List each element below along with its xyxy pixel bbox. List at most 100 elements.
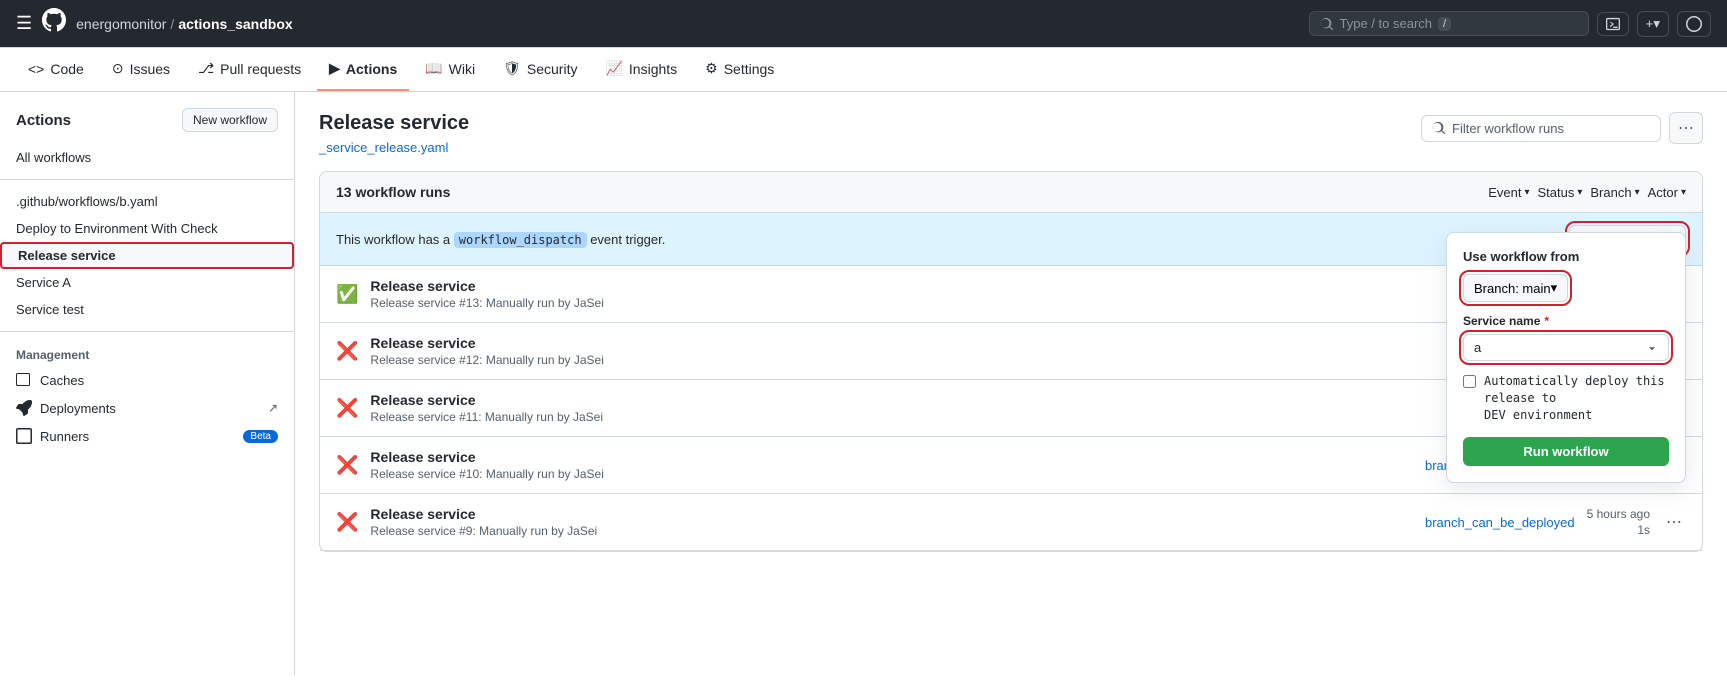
insights-icon: 📈	[605, 60, 622, 77]
sidebar-item-caches[interactable]: Caches	[0, 366, 294, 394]
issues-icon: ⊙	[112, 60, 124, 77]
external-link-icon: ↗	[268, 401, 278, 415]
run-info: Release service Release service #11: Man…	[370, 392, 1524, 424]
add-button[interactable]: +▾	[1637, 11, 1669, 37]
beta-badge: Beta	[243, 430, 278, 443]
tab-security[interactable]: 🛡 Security	[491, 48, 589, 91]
tab-insights[interactable]: 📈 Insights	[593, 48, 689, 91]
run-workflow-panel: Use workflow from Branch: main ▾ Service…	[1446, 232, 1686, 483]
tab-pull-requests[interactable]: ⎇ Pull requests	[186, 48, 313, 91]
sidebar-divider-2	[0, 331, 294, 332]
actions-icon: ▶	[329, 60, 340, 77]
actor-filter-button[interactable]: Actor ▾	[1648, 185, 1686, 200]
search-placeholder: Type / to search	[1340, 16, 1433, 31]
content-header: Release service _service_release.yaml Fi…	[319, 112, 1703, 155]
tab-wiki[interactable]: 📖 Wiki	[413, 48, 487, 91]
new-workflow-button[interactable]: New workflow	[182, 108, 278, 132]
workflow-file-link[interactable]: _service_release.yaml	[319, 140, 448, 155]
event-caret: ▾	[1524, 187, 1529, 198]
repo-nav: <> Code ⊙ Issues ⎇ Pull requests ▶ Actio…	[0, 48, 1727, 92]
failure-status-icon: ❌	[336, 341, 358, 362]
checkbox-label: Automatically deploy this release toDEV …	[1484, 373, 1669, 423]
trigger-banner-text: This workflow has a workflow_dispatch ev…	[336, 232, 665, 247]
panel-run-workflow-button[interactable]: Run workflow	[1463, 437, 1669, 466]
tab-settings[interactable]: ⚙ Settings	[693, 48, 786, 91]
filter-placeholder: Filter workflow runs	[1452, 121, 1564, 136]
hamburger-icon[interactable]: ☰	[16, 13, 32, 34]
terminal-icon	[1606, 17, 1620, 31]
terminal-button[interactable]	[1597, 12, 1629, 36]
filter-input[interactable]: Filter workflow runs	[1421, 115, 1661, 142]
filter-bar: Filter workflow runs ⋯	[1421, 112, 1703, 144]
search-kbd: /	[1438, 17, 1451, 31]
search-bar[interactable]: Type / to search /	[1309, 11, 1589, 36]
sidebar-item-deploy[interactable]: Deploy to Environment With Check	[0, 215, 294, 242]
main-layout: Actions New workflow All workflows .gith…	[0, 92, 1727, 675]
content-title-block: Release service _service_release.yaml	[319, 112, 469, 155]
sidebar: Actions New workflow All workflows .gith…	[0, 92, 295, 675]
tab-issues[interactable]: ⊙ Issues	[100, 48, 182, 91]
service-name-input[interactable]: a	[1463, 334, 1669, 361]
runs-count: 13 workflow runs	[336, 184, 450, 200]
tab-code[interactable]: <> Code	[16, 49, 96, 91]
run-info: Release service Release service #10: Man…	[370, 449, 1413, 481]
run-info: Release service Release service #12: Man…	[370, 335, 1524, 367]
run-meta: Release service #10: Manually run by JaS…	[370, 467, 1413, 481]
runs-container: 13 workflow runs Event ▾ Status ▾ Branch…	[319, 171, 1703, 552]
branch-select-button[interactable]: Branch: main ▾	[1463, 274, 1568, 302]
sidebar-item-service-a[interactable]: Service A	[0, 269, 294, 296]
user-menu-button[interactable]	[1677, 11, 1711, 37]
content-subtitle: _service_release.yaml	[319, 139, 469, 155]
run-branch[interactable]: branch_can_be_deployed	[1425, 515, 1575, 530]
sidebar-item-runners[interactable]: Runners Beta	[0, 422, 294, 450]
sidebar-item-release-service[interactable]: Release service	[0, 242, 294, 269]
success-status-icon: ✅	[336, 284, 358, 305]
input-caret-icon	[1646, 342, 1658, 354]
actor-caret: ▾	[1681, 187, 1686, 198]
search-icon	[1320, 17, 1334, 31]
run-more-button[interactable]: ⋯	[1662, 508, 1686, 536]
branch-filter-button[interactable]: Branch ▾	[1590, 185, 1639, 200]
pr-icon: ⎇	[198, 60, 214, 77]
run-name[interactable]: Release service	[370, 449, 1413, 465]
sidebar-item-service-test[interactable]: Service test	[0, 296, 294, 323]
repo-separator: /	[170, 16, 174, 32]
cache-icon	[16, 372, 32, 388]
service-input-value: a	[1474, 340, 1481, 355]
sidebar-title: Actions	[16, 112, 71, 129]
settings-icon: ⚙	[705, 60, 718, 77]
auto-deploy-checkbox[interactable]	[1463, 375, 1476, 388]
table-row: ❌ Release service Release service #9: Ma…	[320, 494, 1702, 551]
event-filter-button[interactable]: Event ▾	[1488, 185, 1529, 200]
sidebar-item-deployments[interactable]: Deployments ↗	[0, 394, 294, 422]
user-icon	[1686, 16, 1702, 32]
run-meta: Release service #12: Manually run by JaS…	[370, 353, 1524, 367]
required-star: *	[1544, 314, 1549, 328]
failure-status-icon: ❌	[336, 398, 358, 419]
run-meta: Release service #13: Manually run by JaS…	[370, 296, 1524, 310]
top-nav-left: ☰ energomonitor / actions_sandbox	[16, 8, 293, 39]
github-logo	[42, 8, 66, 39]
sidebar-management-title: Management	[0, 340, 294, 366]
run-info: Release service Release service #13: Man…	[370, 278, 1524, 310]
tab-actions[interactable]: ▶ Actions	[317, 48, 409, 91]
page-title: Release service	[319, 112, 469, 135]
run-time: 5 hours ago 1s	[1587, 507, 1650, 537]
sidebar-header: Actions New workflow	[0, 108, 294, 144]
run-name[interactable]: Release service	[370, 392, 1524, 408]
rocket-icon	[16, 400, 32, 416]
run-name[interactable]: Release service	[370, 278, 1524, 294]
run-name[interactable]: Release service	[370, 335, 1524, 351]
repo-name[interactable]: actions_sandbox	[178, 16, 292, 32]
branch-label: Branch: main	[1474, 281, 1551, 296]
sidebar-item-github-b[interactable]: .github/workflows/b.yaml	[0, 188, 294, 215]
failure-status-icon: ❌	[336, 455, 358, 476]
repo-owner[interactable]: energomonitor	[76, 16, 166, 32]
deployments-label: Deployments	[40, 401, 116, 416]
top-nav: ☰ energomonitor / actions_sandbox Type /…	[0, 0, 1727, 48]
run-name[interactable]: Release service	[370, 506, 1413, 522]
filter-more-button[interactable]: ⋯	[1669, 112, 1703, 144]
runs-filters: Event ▾ Status ▾ Branch ▾ Actor ▾	[1488, 185, 1686, 200]
status-filter-button[interactable]: Status ▾	[1538, 185, 1583, 200]
sidebar-item-all-workflows[interactable]: All workflows	[0, 144, 294, 171]
